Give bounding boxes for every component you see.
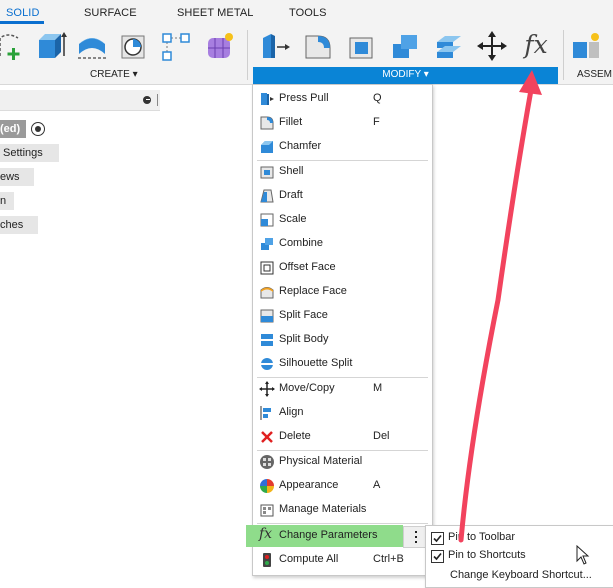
move-icon [259, 381, 275, 397]
menu-item-scale[interactable]: Scale [253, 209, 432, 231]
assemble-icon[interactable] [569, 30, 601, 62]
browser-item-settings[interactable]: Settings [0, 144, 59, 162]
press-pull-icon[interactable] [259, 30, 291, 62]
pattern-icon[interactable] [160, 30, 192, 62]
menu-item-shell[interactable]: Shell [253, 161, 432, 183]
appearance-icon [260, 479, 274, 493]
press-pull-icon [261, 93, 274, 105]
shell-icon [260, 166, 274, 179]
offset-face-icon [260, 261, 274, 275]
combine-icon[interactable] [389, 30, 421, 62]
menu-item-fillet[interactable]: Fillet F [253, 112, 432, 134]
fillet-icon [260, 116, 274, 130]
pin-toolbar-checkbox[interactable] [431, 532, 444, 545]
browser-panel-header [0, 90, 160, 111]
menu-item-replace-face[interactable]: Replace Face [253, 281, 432, 303]
browser-item-origin[interactable]: n [0, 192, 14, 210]
menu-item-press-pull[interactable]: Press Pull Q [253, 88, 432, 110]
draft-icon [260, 189, 274, 203]
chamfer-icon [261, 141, 273, 153]
silhouette-split-icon [261, 358, 273, 370]
assemble-group-label[interactable]: ASSEM [577, 69, 612, 80]
tab-solid[interactable]: SOLID [6, 7, 40, 19]
tab-tools[interactable]: TOOLS [289, 7, 327, 19]
extrude-icon[interactable] [35, 30, 67, 62]
create-sketch-icon[interactable] [0, 30, 28, 62]
offset-face-icon[interactable] [433, 30, 465, 62]
minus-icon [146, 99, 150, 100]
physical-material-icon [260, 455, 274, 469]
browser-item-active[interactable]: (ed) [0, 120, 27, 138]
align-icon [260, 406, 271, 420]
kebab-dot [415, 536, 417, 538]
menu-item-silhouette-split[interactable]: Silhouette Split [253, 353, 432, 375]
move-copy-icon[interactable] [476, 30, 508, 62]
tab-sheet-metal[interactable]: SHEET METAL [177, 7, 254, 19]
check-icon [433, 534, 442, 543]
scale-icon [260, 213, 274, 227]
split-body-icon [261, 334, 273, 346]
compute-all-icon [263, 553, 271, 567]
hole-icon[interactable] [118, 30, 150, 62]
menu-item-physical-material[interactable]: Physical Material [253, 451, 432, 473]
panel-resize-handle[interactable] [157, 94, 158, 106]
kebab-dot [415, 541, 417, 543]
toolbar-divider [563, 30, 564, 80]
create-group-label[interactable]: CREATE ▾ [90, 69, 138, 80]
browser-item-sketches[interactable]: ches [0, 216, 38, 234]
ribbon-tab-bar: SOLID SURFACE SHEET METAL TOOLS [0, 0, 613, 24]
menu-item-offset-face[interactable]: Offset Face [253, 257, 432, 279]
menu-item-combine[interactable]: Combine [253, 233, 432, 255]
menu-item-draft[interactable]: Draft [253, 185, 432, 207]
manage-materials-icon [260, 504, 274, 517]
fillet-icon[interactable] [302, 30, 334, 62]
menu-item-change-parameters[interactable]: fx Change Parameters [246, 525, 403, 547]
menu-separator [257, 523, 428, 524]
menu-item-split-face[interactable]: Split Face [253, 305, 432, 327]
modify-dropdown-menu: Press Pull Q Fillet F Chamfer Shell Draf… [246, 84, 433, 576]
shell-icon[interactable] [346, 30, 378, 62]
fx-icon: fx [259, 526, 273, 542]
pin-shortcuts-checkbox[interactable] [431, 550, 444, 563]
menu-item-chamfer[interactable]: Chamfer [253, 136, 432, 158]
kebab-dot [415, 531, 417, 533]
modify-group-label: MODIFY ▾ [382, 69, 429, 80]
menu-item-appearance[interactable]: Appearance A [253, 475, 432, 497]
ribbon-toolbar: CREATE ▾ fx ASSEM MODIFY ▾ [0, 24, 613, 85]
mouse-cursor-icon [576, 545, 590, 565]
radio-dot [35, 126, 41, 132]
browser-item-label: (ed) [0, 123, 21, 135]
menu-item-align[interactable]: Align [253, 402, 432, 424]
menu-item-manage-materials[interactable]: Manage Materials [253, 499, 432, 521]
delete-icon [261, 431, 273, 443]
change-parameters-fx-icon[interactable]: fx [518, 28, 554, 64]
submenu-item-change-keyboard-shortcut[interactable]: Change Keyboard Shortcut... [426, 566, 613, 586]
menu-item-compute-all[interactable]: Compute All Ctrl+B [253, 549, 432, 571]
browser-item-views[interactable]: ews [0, 168, 34, 186]
revolve-icon[interactable] [76, 30, 108, 62]
menu-item-split-body[interactable]: Split Body [253, 329, 432, 351]
tab-surface[interactable]: SURFACE [84, 7, 137, 19]
check-icon [433, 552, 442, 561]
replace-face-icon [260, 287, 274, 299]
combine-icon [261, 238, 273, 250]
toolbar-divider [247, 30, 248, 80]
split-face-icon [260, 309, 274, 323]
collapse-icon[interactable] [143, 96, 151, 104]
activate-radio-icon[interactable] [31, 122, 45, 136]
menu-item-delete[interactable]: Delete Del [253, 426, 432, 448]
modify-group-header[interactable]: MODIFY ▾ [253, 67, 558, 84]
form-icon[interactable] [204, 30, 236, 62]
menu-item-move-copy[interactable]: Move/Copy M [253, 378, 432, 400]
